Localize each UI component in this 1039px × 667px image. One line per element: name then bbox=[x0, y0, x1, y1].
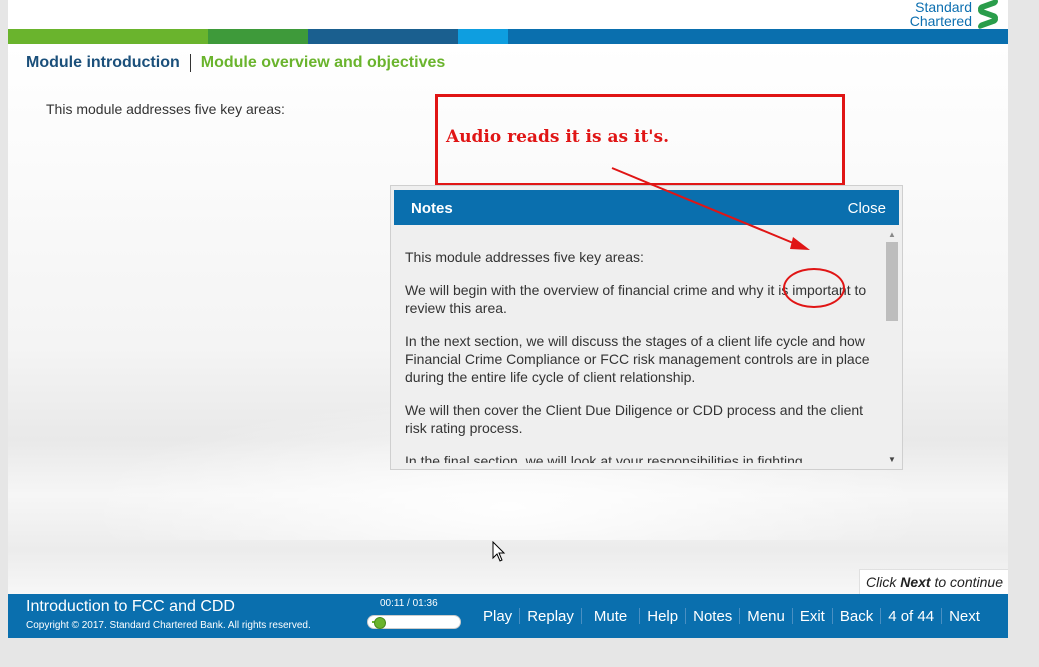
brand-logo: Standard Chartered bbox=[909, 0, 1000, 30]
annotation-box: Audio reads it is as it's. bbox=[435, 94, 845, 186]
notes-paragraph: In the next section, we will discuss the… bbox=[405, 333, 870, 385]
player-footer: Introduction to FCC and CDD Copyright © … bbox=[8, 594, 1008, 638]
brand-mark-icon bbox=[976, 0, 1000, 30]
notes-paragraph: We will then cover the Client Due Dilige… bbox=[405, 402, 864, 436]
scroll-thumb[interactable] bbox=[886, 242, 898, 321]
annotation-text: Audio reads it is as it's. bbox=[446, 127, 670, 147]
breadcrumb-separator bbox=[189, 54, 191, 72]
course-stage: Standard Chartered Module introduction M… bbox=[8, 0, 1008, 638]
help-button[interactable]: Help bbox=[640, 608, 685, 625]
notes-header: Notes Close bbox=[394, 190, 899, 225]
breadcrumb: Module introduction Module overview and … bbox=[26, 54, 445, 72]
notes-scrollbar[interactable]: ▲ ▼ bbox=[886, 230, 898, 464]
page-counter: 4 of 44 bbox=[888, 607, 935, 625]
brand-color-bar bbox=[8, 29, 1008, 44]
brand-name-line1: Standard bbox=[915, 0, 972, 15]
notes-close-button[interactable]: Close bbox=[848, 200, 886, 217]
playback-time: 00:11 / 01:36 bbox=[380, 598, 438, 609]
seek-bar[interactable] bbox=[367, 615, 461, 629]
exit-button[interactable]: Exit bbox=[793, 608, 832, 625]
copyright-text: Copyright © 2017. Standard Chartered Ban… bbox=[26, 620, 311, 631]
breadcrumb-section: Module introduction bbox=[26, 54, 180, 71]
back-button[interactable]: Back bbox=[833, 608, 880, 625]
intro-text: This module addresses five key areas: bbox=[46, 101, 285, 117]
menu-button[interactable]: Menu bbox=[740, 608, 792, 625]
scroll-up-icon[interactable]: ▲ bbox=[888, 230, 896, 239]
notes-paragraph: This module addresses five key areas: bbox=[405, 249, 644, 265]
notes-panel: Notes Close This module addresses five k… bbox=[390, 185, 903, 470]
notes-paragraph: In the final section, we will look at yo… bbox=[405, 453, 803, 463]
mouse-cursor-icon bbox=[492, 541, 506, 562]
player-controls: Play Replay Mute Help Notes Menu Exit Ba… bbox=[476, 594, 987, 638]
brand-name-line2: Chartered bbox=[909, 13, 972, 29]
next-button[interactable]: Next bbox=[942, 608, 987, 625]
replay-button[interactable]: Replay bbox=[520, 608, 581, 625]
notes-title: Notes bbox=[411, 200, 453, 217]
annotation-circle bbox=[783, 268, 845, 308]
seek-handle[interactable] bbox=[374, 617, 386, 629]
course-title: Introduction to FCC and CDD bbox=[26, 598, 235, 615]
continue-hint: Click Next to continue bbox=[859, 569, 1008, 594]
scroll-down-icon[interactable]: ▼ bbox=[888, 455, 896, 464]
play-button[interactable]: Play bbox=[476, 608, 519, 625]
mute-button[interactable]: Mute bbox=[582, 608, 639, 625]
breadcrumb-topic: Module overview and objectives bbox=[200, 54, 446, 71]
notes-button[interactable]: Notes bbox=[686, 608, 739, 625]
